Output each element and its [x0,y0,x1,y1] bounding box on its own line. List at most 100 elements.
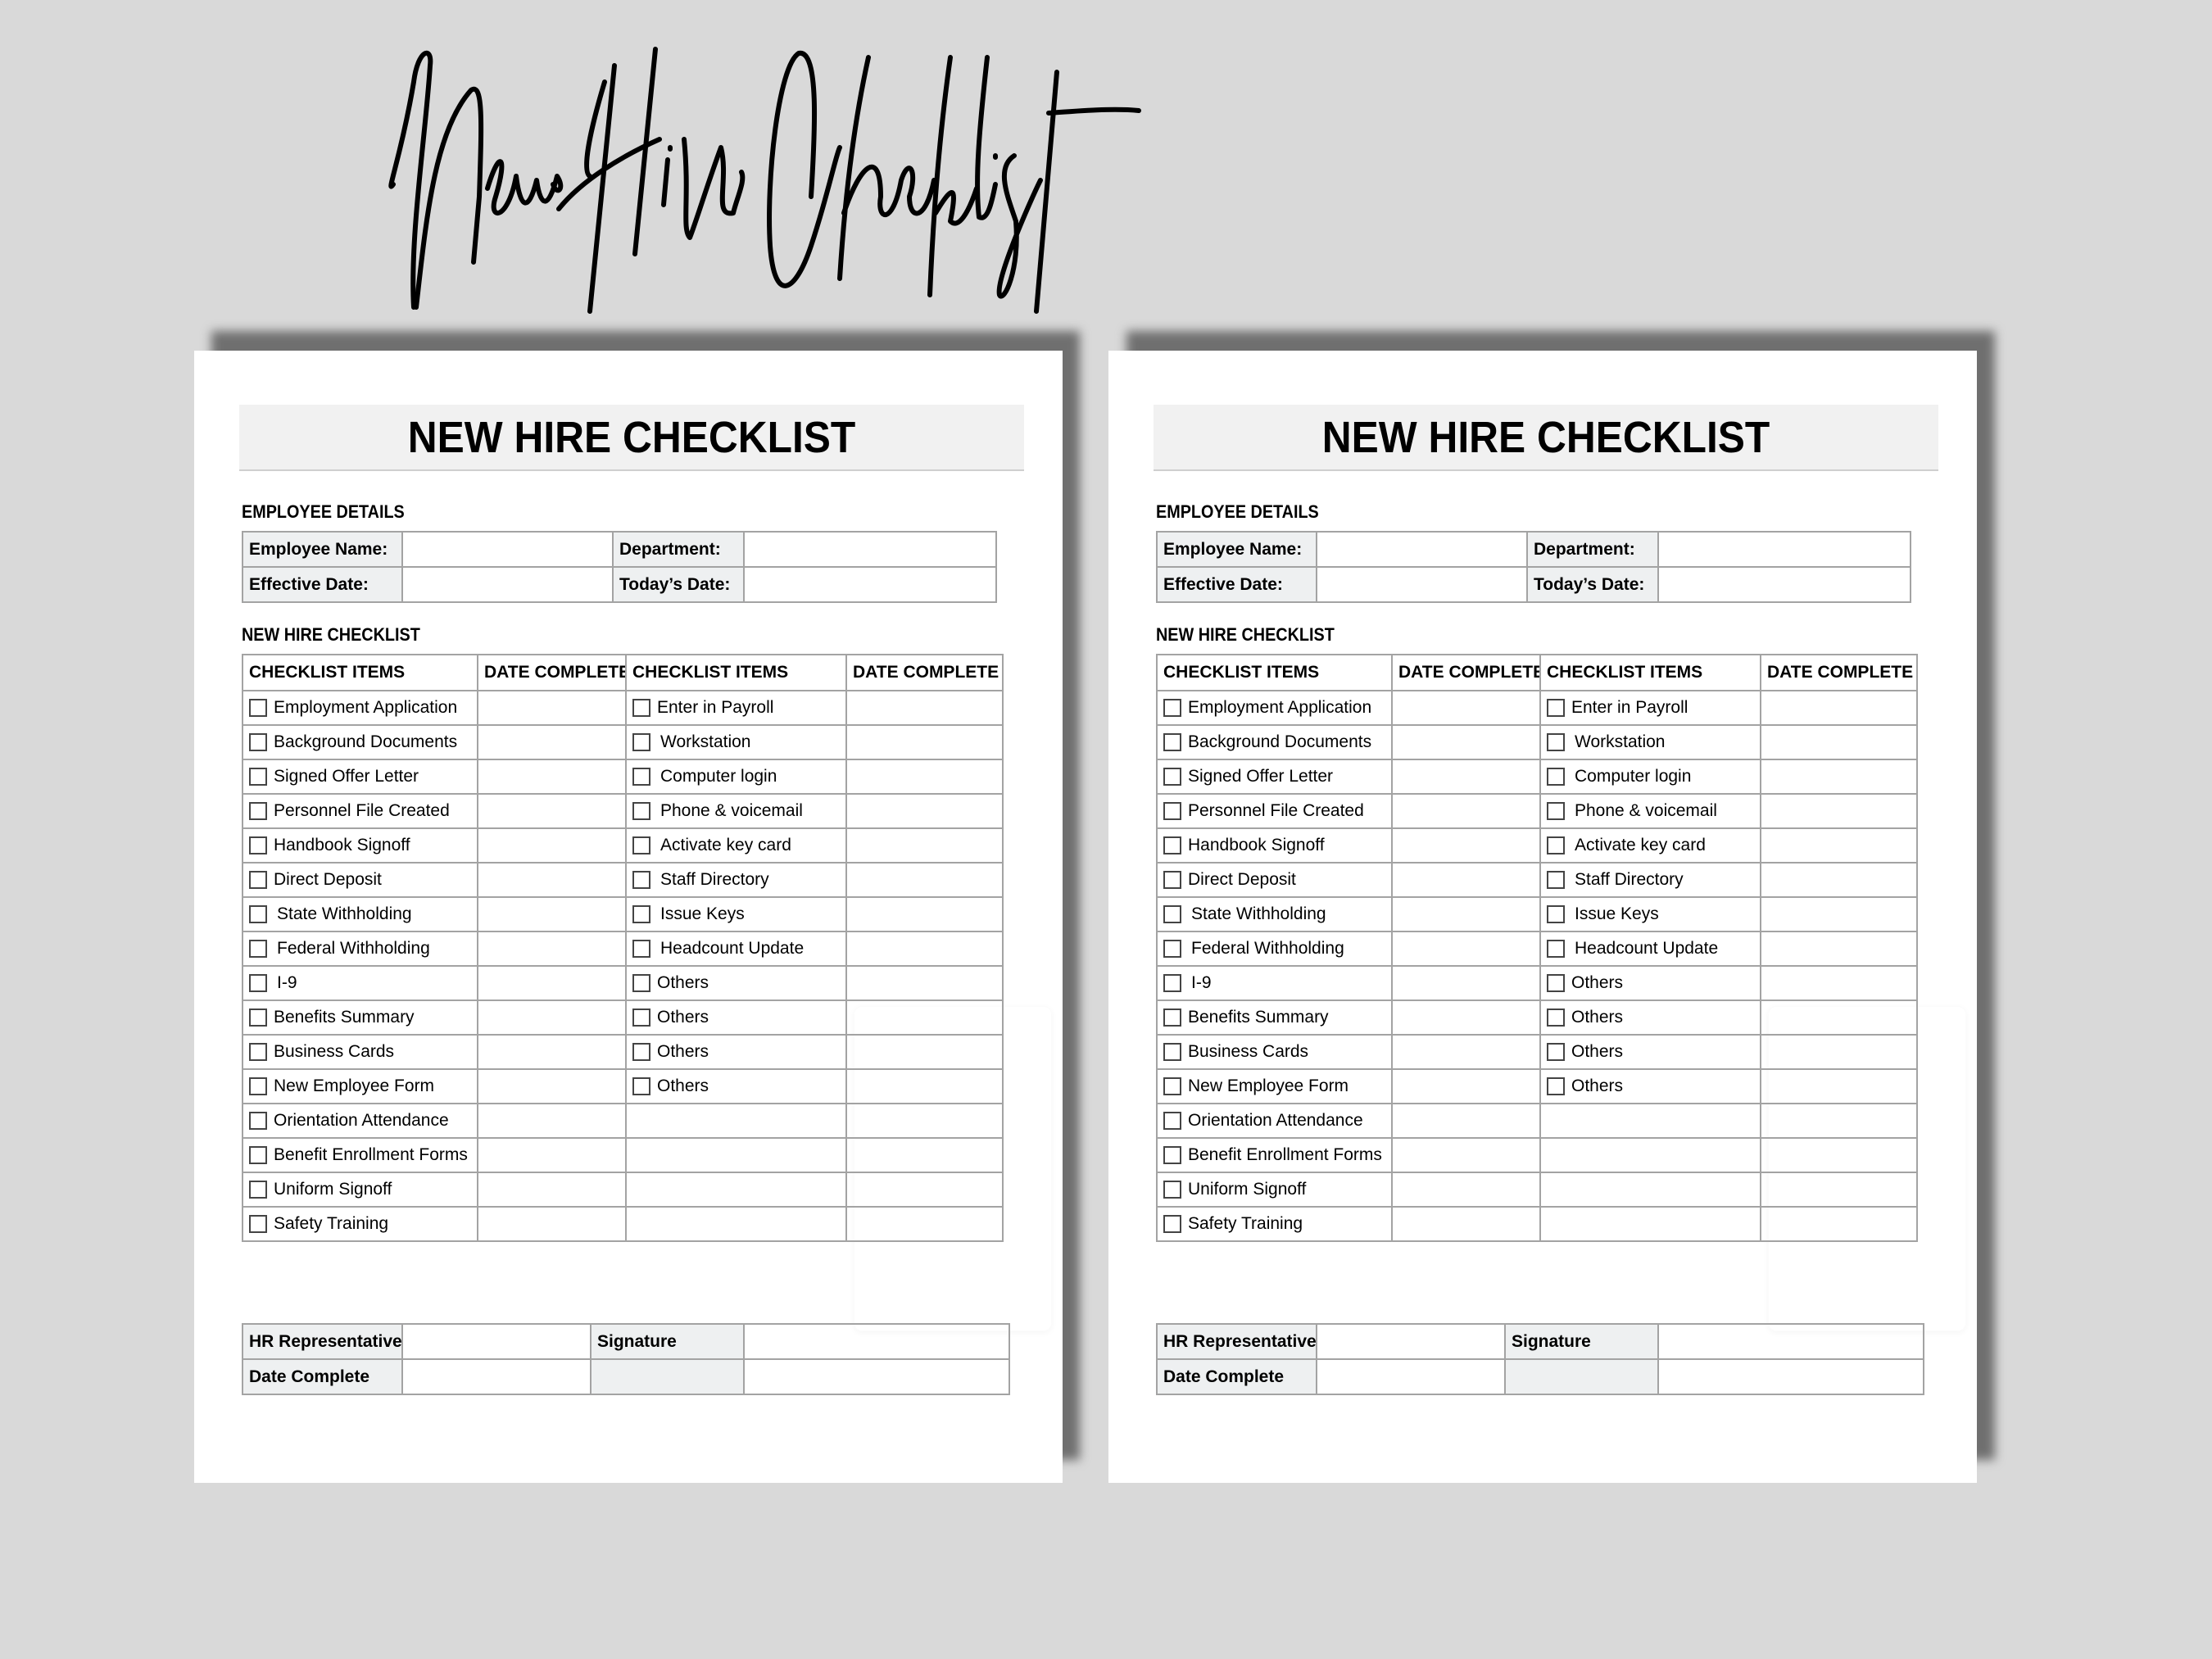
checklist-item[interactable]: Phone & voicemail [1547,801,1754,821]
checkbox-icon[interactable] [1163,802,1181,820]
checklist-item[interactable]: Orientation Attendance [249,1111,471,1131]
checklist-item[interactable]: Others [1547,1008,1754,1027]
checkbox-icon[interactable] [249,768,267,786]
checkbox-icon[interactable] [1163,1146,1181,1164]
date-complete-cell[interactable] [1760,931,1918,967]
checkbox-icon[interactable] [1547,974,1565,992]
date-complete-cell[interactable] [1391,1068,1541,1104]
date-complete-cell[interactable] [845,931,1004,967]
department-field[interactable] [743,531,997,568]
checklist-item[interactable]: Staff Directory [1547,870,1754,890]
date-complete-cell[interactable] [1760,999,1918,1036]
checklist-item[interactable]: Signed Offer Letter [1163,767,1385,786]
date-complete-cell[interactable] [477,1206,627,1242]
checklist-item[interactable]: Issue Keys [1547,904,1754,924]
checklist-item[interactable]: Uniform Signoff [1163,1180,1385,1199]
checklist-item[interactable]: Others [632,1042,840,1062]
checklist-item[interactable]: Others [632,1077,840,1096]
checkbox-icon[interactable] [632,1009,650,1027]
checkbox-icon[interactable] [632,802,650,820]
date-complete-cell[interactable] [1760,862,1918,898]
checkbox-icon[interactable] [1547,836,1565,854]
date-complete-cell[interactable] [1391,1137,1541,1173]
date-complete-cell[interactable] [1391,690,1541,726]
date-complete-cell[interactable] [1391,1034,1541,1070]
checklist-item[interactable]: Benefits Summary [1163,1008,1385,1027]
date-complete-field[interactable] [1316,1358,1506,1395]
checkbox-icon[interactable] [249,699,267,717]
date-complete-cell[interactable] [477,1068,627,1104]
date-complete-cell[interactable] [1391,999,1541,1036]
checklist-item[interactable]: Workstation [632,732,840,752]
checkbox-icon[interactable] [1547,1077,1565,1095]
date-complete-field[interactable] [401,1358,592,1395]
date-complete-cell[interactable] [845,999,1004,1036]
checkbox-icon[interactable] [249,1043,267,1061]
date-complete-cell[interactable] [1760,793,1918,829]
blank-field-cell[interactable] [743,1358,1010,1395]
checkbox-icon[interactable] [1547,871,1565,889]
checklist-item[interactable]: Signed Offer Letter [249,767,471,786]
date-complete-cell[interactable] [845,1068,1004,1104]
checkbox-icon[interactable] [1163,768,1181,786]
employee-name-field[interactable] [401,531,614,568]
checklist-item[interactable]: Direct Deposit [1163,870,1385,890]
checkbox-icon[interactable] [1163,940,1181,958]
checkbox-icon[interactable] [249,905,267,923]
checkbox-icon[interactable] [1163,871,1181,889]
checkbox-icon[interactable] [249,974,267,992]
checkbox-icon[interactable] [249,802,267,820]
date-complete-cell[interactable] [477,793,627,829]
checklist-item[interactable]: Safety Training [249,1214,471,1234]
date-complete-cell[interactable] [477,862,627,898]
effective-date-field[interactable] [401,566,614,603]
date-complete-cell[interactable] [477,1034,627,1070]
date-complete-cell[interactable] [477,690,627,726]
hr-representative-field[interactable] [1316,1323,1506,1360]
checkbox-icon[interactable] [1547,699,1565,717]
date-complete-cell[interactable] [1760,896,1918,932]
checkbox-icon[interactable] [1163,1215,1181,1233]
date-complete-cell[interactable] [477,724,627,760]
date-complete-cell[interactable] [477,1103,627,1139]
checklist-item[interactable]: Benefits Summary [249,1008,471,1027]
checklist-item[interactable]: Issue Keys [632,904,840,924]
checkbox-icon[interactable] [1547,940,1565,958]
date-complete-cell[interactable] [845,1137,1004,1173]
checklist-item[interactable]: Others [1547,1042,1754,1062]
date-complete-cell[interactable] [477,999,627,1036]
checkbox-icon[interactable] [632,974,650,992]
checkbox-icon[interactable] [249,1009,267,1027]
checkbox-icon[interactable] [249,836,267,854]
date-complete-cell[interactable] [477,931,627,967]
date-complete-cell[interactable] [1760,724,1918,760]
checkbox-icon[interactable] [249,1215,267,1233]
checklist-item[interactable]: Handbook Signoff [249,836,471,855]
date-complete-cell[interactable] [477,1137,627,1173]
checklist-item[interactable]: Computer login [1547,767,1754,786]
date-complete-cell[interactable] [845,827,1004,863]
checkbox-icon[interactable] [249,1077,267,1095]
checklist-item[interactable]: Activate key card [1547,836,1754,855]
date-complete-cell[interactable] [1760,1206,1918,1242]
checkbox-icon[interactable] [1547,1043,1565,1061]
checkbox-icon[interactable] [1547,768,1565,786]
effective-date-field[interactable] [1316,566,1528,603]
checkbox-icon[interactable] [1547,733,1565,751]
date-complete-cell[interactable] [1391,1206,1541,1242]
date-complete-cell[interactable] [1760,1034,1918,1070]
checklist-item[interactable]: I-9 [249,973,471,993]
checkbox-icon[interactable] [1163,1043,1181,1061]
checkbox-icon[interactable] [249,871,267,889]
checklist-item[interactable]: Activate key card [632,836,840,855]
checklist-item[interactable]: Employment Application [1163,698,1385,718]
checklist-item[interactable]: Federal Withholding [1163,939,1385,959]
date-complete-cell[interactable] [845,724,1004,760]
checkbox-icon[interactable] [632,733,650,751]
checkbox-icon[interactable] [1163,1077,1181,1095]
checklist-item[interactable]: Direct Deposit [249,870,471,890]
checklist-item[interactable]: Staff Directory [632,870,840,890]
checklist-item[interactable]: Headcount Update [1547,939,1754,959]
checklist-item[interactable]: Business Cards [249,1042,471,1062]
checkbox-icon[interactable] [249,1146,267,1164]
